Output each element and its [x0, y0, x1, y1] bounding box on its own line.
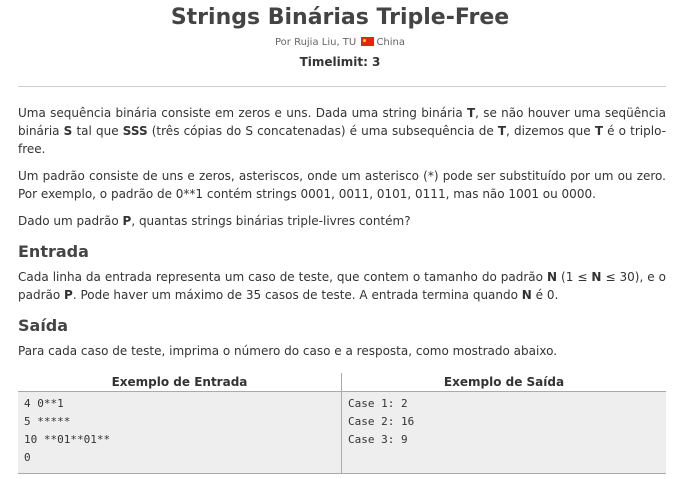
example-output-text[interactable]: Case 1: 2 Case 2: 16 Case 3: 9: [348, 395, 660, 449]
var-sss: SSS: [122, 124, 148, 138]
var-t: T: [594, 124, 603, 138]
timelimit: Timelimit: 3: [299, 55, 381, 69]
author-country: China: [376, 37, 406, 48]
text: . Pode haver um máximo de 35 casos de te…: [72, 288, 522, 302]
input-description: Cada linha da entrada representa um caso…: [18, 268, 666, 304]
output-heading: Saída: [18, 316, 69, 335]
text: , dizemos que: [506, 124, 595, 138]
problem-header: Strings Binárias Triple-Free Por Rujia L…: [0, 0, 680, 70]
output-description: Para cada caso de teste, imprima o númer…: [18, 344, 558, 358]
example-input-header: Exemplo de Entrada: [18, 373, 342, 392]
statement-paragraph-3: Dado um padrão P, quantas strings binári…: [18, 212, 666, 230]
var-p: P: [64, 288, 73, 302]
var-n: N: [521, 288, 532, 302]
text: tal que: [72, 124, 123, 138]
var-t: T: [466, 106, 476, 120]
examples-table: Exemplo de Entrada Exemplo de Saída 4 0*…: [18, 373, 666, 474]
author-name: Por Rujia Liu, TU: [274, 37, 357, 48]
text: é 0.: [531, 288, 559, 302]
header-divider: [18, 86, 666, 87]
author-line: Por Rujia Liu, TU China: [0, 36, 680, 50]
input-heading: Entrada: [18, 242, 89, 261]
problem-content: Uma sequência binária consiste em zeros …: [0, 104, 680, 474]
text: (1 ≤: [557, 270, 592, 284]
var-n: N: [591, 270, 602, 284]
text: Cada linha da entrada representa um caso…: [18, 270, 547, 284]
china-flag-icon: [361, 37, 375, 46]
text: Dado um padrão: [18, 214, 123, 228]
statement-paragraph-2: Um padrão consiste de uns e zeros, aster…: [18, 169, 666, 201]
var-n: N: [547, 270, 558, 284]
example-input-text[interactable]: 4 0**1 5 ***** 10 **01**01** 0: [24, 395, 335, 467]
var-p: P: [122, 214, 132, 228]
text: (três cópias do S concatenadas) é uma su…: [147, 124, 498, 138]
example-output-cell: Case 1: 2 Case 2: 16 Case 3: 9: [341, 391, 666, 474]
text: Uma sequência binária consiste em zeros …: [18, 106, 467, 120]
example-input-cell: 4 0**1 5 ***** 10 **01**01** 0: [18, 391, 342, 474]
example-output-header: Exemplo de Saída: [341, 373, 666, 392]
statement-paragraph-1: Uma sequência binária consiste em zeros …: [18, 104, 666, 158]
var-t: T: [497, 124, 507, 138]
text: , quantas strings binárias triple-livres…: [131, 214, 411, 228]
page-title: Strings Binárias Triple-Free: [170, 5, 510, 30]
